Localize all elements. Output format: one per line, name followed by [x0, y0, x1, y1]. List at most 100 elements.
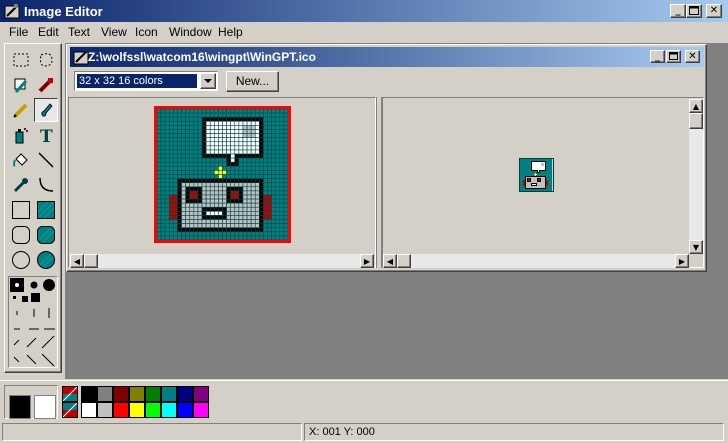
menu-view[interactable]: View: [101, 25, 127, 39]
new-button[interactable]: New...: [226, 71, 279, 92]
preview-hscroll[interactable]: ◀ ▶: [383, 254, 689, 268]
title-bar[interactable]: Image Editor _ ✕: [0, 0, 728, 22]
fill-icon: [38, 78, 53, 93]
screen-color-icon: [62, 386, 78, 402]
scroll-right-button[interactable]: ▶: [360, 254, 374, 268]
palette-swatch[interactable]: [161, 402, 177, 418]
rounded-rect-outline-tool[interactable]: [9, 223, 33, 247]
foreground-color[interactable]: [9, 395, 31, 419]
menu-file[interactable]: File: [9, 25, 28, 39]
palette-swatch[interactable]: [177, 402, 193, 418]
rounded-rect-outline-icon: [12, 226, 30, 244]
color-bar: [0, 380, 728, 421]
inverse-color-swatch[interactable]: [62, 402, 78, 418]
palette-swatch[interactable]: [113, 402, 129, 418]
palette-swatch[interactable]: [177, 386, 193, 402]
palette-swatch[interactable]: [193, 402, 209, 418]
rectangle-filled-tool[interactable]: [34, 198, 58, 222]
select-lasso-tool[interactable]: [34, 48, 58, 72]
maximize-icon: [689, 6, 699, 15]
ellipse-filled-tool[interactable]: [34, 248, 58, 272]
menu-window[interactable]: Window: [169, 25, 212, 39]
select-rect-tool[interactable]: [9, 48, 33, 72]
rounded-rect-filled-icon: [37, 226, 55, 244]
pencil-icon: [13, 103, 28, 118]
document-close-button[interactable]: ✕: [685, 50, 700, 63]
ellipse-outline-tool[interactable]: [9, 248, 33, 272]
inverse-color-icon: [62, 402, 78, 418]
icon-format-select[interactable]: 32 x 32 16 colors: [74, 71, 218, 91]
palette-swatch[interactable]: [193, 386, 209, 402]
hscroll-thumb[interactable]: [397, 254, 411, 268]
brush-size-panel: [8, 276, 58, 368]
scroll-thumb[interactable]: [84, 254, 98, 268]
brush-size-options[interactable]: [9, 277, 57, 367]
select-lasso-icon: [39, 53, 53, 67]
palette-swatch[interactable]: [145, 386, 161, 402]
palette-swatch[interactable]: [97, 386, 113, 402]
document-title-bar[interactable]: Z:\wolfssl\watcom16\wingpt\WinGPT.ico _ …: [70, 47, 704, 67]
document-maximize-button[interactable]: [666, 50, 681, 63]
palette-swatch[interactable]: [129, 386, 145, 402]
preview-vscroll[interactable]: ▲ ▼: [689, 99, 703, 254]
fill-tool[interactable]: [34, 73, 58, 97]
brush-tool[interactable]: [34, 98, 58, 122]
screen-color-swatch[interactable]: [62, 386, 78, 402]
palette-swatch[interactable]: [129, 402, 145, 418]
rectangle-filled-icon: [37, 201, 55, 219]
dropdown-button[interactable]: [200, 73, 216, 89]
edit-hscroll[interactable]: ◀ ▶: [70, 254, 374, 268]
paint-can-icon: [13, 153, 28, 167]
scroll-left-button[interactable]: ◀: [383, 254, 397, 268]
menu-icon[interactable]: Icon: [135, 25, 158, 39]
airbrush-icon: [15, 128, 28, 144]
rectangle-outline-tool[interactable]: [9, 198, 33, 222]
menu-edit[interactable]: Edit: [38, 25, 59, 39]
icon-preview: [519, 158, 554, 192]
rectangle-outline-icon: [12, 201, 30, 219]
status-bar: X: 001 Y: 000: [0, 420, 728, 443]
close-button[interactable]: ✕: [706, 4, 722, 18]
palette-swatch[interactable]: [113, 386, 129, 402]
image-editor-window: Image Editor _ ✕ File Edit Text View Ico…: [0, 0, 728, 443]
palette-swatch[interactable]: [145, 402, 161, 418]
ellipse-filled-icon: [37, 251, 55, 269]
brush-icon: [41, 103, 53, 117]
color-picker-icon: [13, 178, 28, 193]
airbrush-tool[interactable]: [9, 123, 33, 147]
maximize-button[interactable]: [686, 4, 702, 18]
pixel-grid[interactable]: [156, 108, 289, 241]
scroll-down-button[interactable]: ▼: [689, 240, 703, 254]
palette-swatch[interactable]: [161, 386, 177, 402]
color-picker-tool[interactable]: [9, 173, 33, 197]
pencil-tool[interactable]: [9, 98, 33, 122]
document-minimize-button[interactable]: _: [650, 50, 665, 63]
rounded-rect-filled-tool[interactable]: [34, 223, 58, 247]
scroll-up-button[interactable]: ▲: [689, 99, 703, 113]
minimize-button[interactable]: _: [670, 4, 686, 18]
background-color[interactable]: [34, 395, 56, 419]
current-colors: [4, 385, 58, 419]
eyedropper-tool[interactable]: [9, 73, 33, 97]
curve-icon: [39, 177, 54, 192]
palette-swatch[interactable]: [81, 386, 97, 402]
vscroll-thumb[interactable]: [689, 113, 703, 129]
paint-can-tool[interactable]: [9, 148, 33, 172]
icon-format-value: 32 x 32 16 colors: [77, 74, 197, 88]
palette-swatch[interactable]: [97, 402, 113, 418]
curve-tool[interactable]: [34, 173, 58, 197]
menu-text[interactable]: Text: [68, 25, 90, 39]
icon-canvas[interactable]: [156, 108, 289, 241]
icon-preview-image: [520, 159, 552, 191]
chevron-down-icon: [204, 79, 212, 83]
scroll-left-button[interactable]: ◀: [70, 254, 84, 268]
line-tool[interactable]: [34, 148, 58, 172]
maximize-icon: [669, 52, 678, 60]
scroll-right-button[interactable]: ▶: [675, 254, 689, 268]
menu-help[interactable]: Help: [218, 25, 243, 39]
document-title: Z:\wolfssl\watcom16\wingpt\WinGPT.ico: [88, 50, 316, 64]
palette-swatch[interactable]: [81, 402, 97, 418]
eyedropper-icon: [14, 78, 28, 94]
text-tool[interactable]: T: [34, 123, 58, 147]
color-palette: [81, 386, 211, 418]
